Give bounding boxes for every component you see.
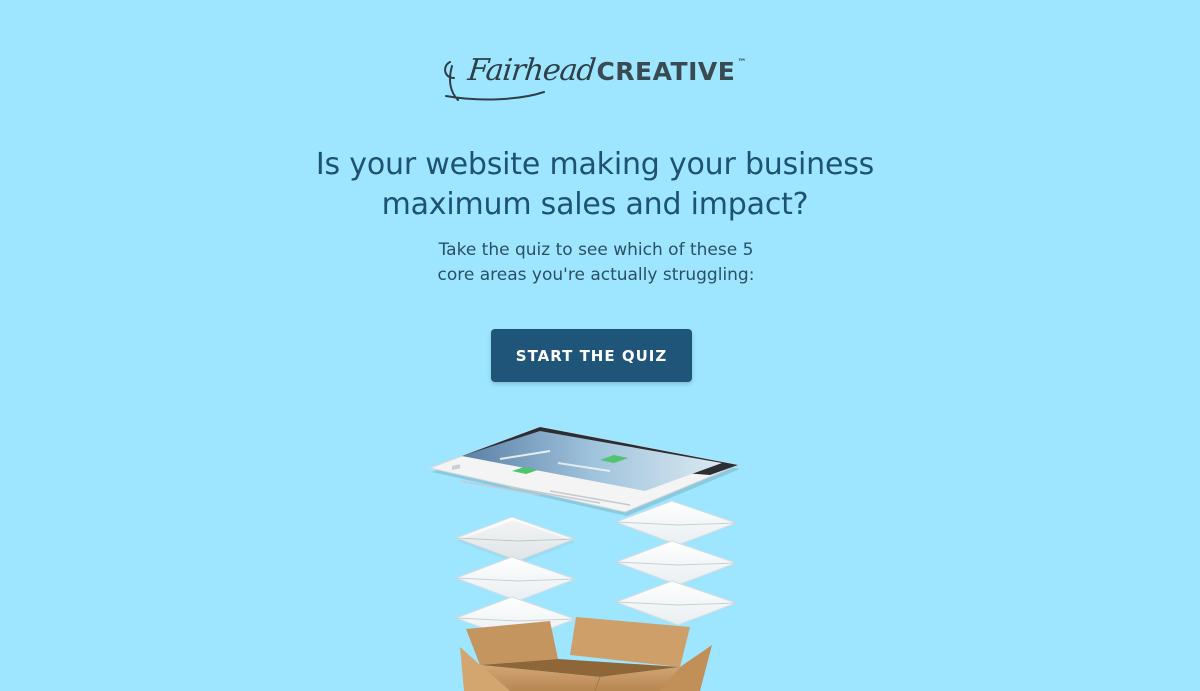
hero-illustration — [400, 415, 800, 691]
envelope-icon — [614, 500, 738, 626]
logo-lockup: Fairhead CREATIVE ™ — [443, 53, 747, 101]
illustration-graphic — [428, 426, 740, 691]
quiz-landing-page: Fairhead CREATIVE ™ Is your website maki… — [0, 0, 1200, 691]
page-headline: Is your website making your business max… — [250, 145, 940, 225]
subhead-line-1: Take the quiz to see which of these 5 — [438, 240, 754, 260]
brand-logo[interactable]: Fairhead CREATIVE ™ — [0, 53, 1200, 101]
page-subheadline: Take the quiz to see which of these 5 co… — [400, 238, 792, 288]
logo-word-text: CREATIVE — [596, 57, 736, 86]
headline-line-2: maximum sales and impact? — [381, 187, 809, 222]
start-quiz-button[interactable]: START THE QUIZ — [491, 329, 692, 382]
logo-script-text: Fairhead — [465, 53, 597, 88]
headline-line-1: Is your website making your business — [315, 147, 875, 182]
cardboard-box-icon — [460, 617, 712, 691]
subhead-line-2: core areas you're actually struggling: — [437, 265, 755, 285]
envelope-icon — [454, 516, 577, 642]
laptop-screen-icon — [428, 426, 740, 516]
logo-trademark: ™ — [737, 58, 747, 68]
